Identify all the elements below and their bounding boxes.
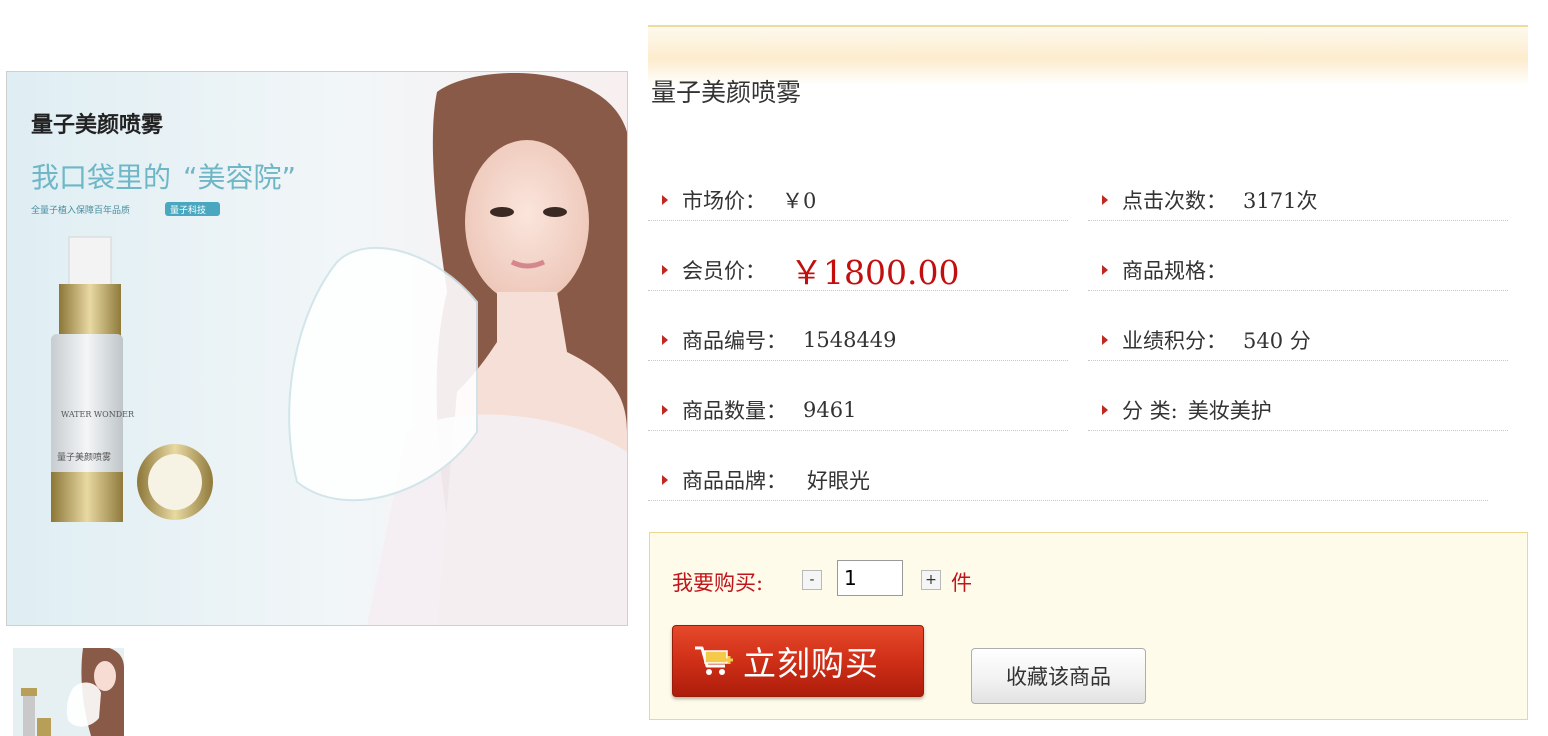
image-heading: 量子美颜喷雾 [31,112,164,138]
category-label: 分 类: [1122,399,1178,423]
bullet-icon [1102,335,1108,345]
image-slogan-1: 我口袋里的 [31,161,171,194]
spec-label: 商品规格： [1122,259,1227,283]
image-slogan-2: “美容院” [183,161,296,194]
brand-row: 商品品牌： 好眼光 [648,460,1488,501]
member-price-row: 会员价： ￥1800.00 [648,250,1068,292]
quantity-unit: 件 [951,571,972,595]
add-to-cart-icon [695,646,733,675]
category-row: 分 类: 美妆美护 [1088,390,1508,431]
market-price-row: 市场价： ￥0 [648,180,1068,221]
purchase-label: 我要购买: [672,571,764,595]
add-to-favorites-button[interactable]: 收藏该商品 [971,648,1146,704]
product-code-label: 商品编号： [682,329,787,353]
spec-row: 商品规格： [1088,250,1508,291]
stock-quantity-value: 9461 [803,398,857,422]
bottle-text-cn: 量子美颜喷雾 [57,451,111,463]
stock-quantity-row: 商品数量： 9461 [648,390,1068,431]
clicks-row: 点击次数： 3171次 [1088,180,1508,221]
buy-now-button[interactable]: 立刻购买 [672,625,924,697]
bullet-icon [662,335,668,345]
brand-value[interactable]: 好眼光 [807,465,870,495]
stock-quantity-label: 商品数量： [682,399,787,423]
purchase-box: 我要购买: - + 件 立刻购买 收藏该商品 [649,532,1528,720]
clicks-label: 点击次数： [1122,189,1227,213]
quantity-input[interactable] [837,560,903,596]
product-code-row: 商品编号： 1548449 [648,320,1068,361]
member-price-value: ￥1800.00 [790,253,960,292]
product-photo: 量子美颜喷雾 我口袋里的 “美容院” 全量子植入保障百年品质 量子科技 WATE… [7,72,627,625]
bottle-text: WATER WONDER [61,410,135,419]
bullet-icon [1102,405,1108,415]
buy-now-label: 立刻购买 [743,644,879,683]
bullet-icon [662,195,668,205]
points-row: 业绩积分： 540 分 [1088,320,1508,361]
bullet-icon [662,405,668,415]
market-price-value: ￥0 [782,189,817,213]
product-thumbnail[interactable] [13,648,124,736]
product-title: 量子美颜喷雾 [651,78,802,107]
thumbnail-image [13,648,124,736]
bullet-icon [1102,195,1108,205]
points-label: 业绩积分： [1122,329,1227,353]
image-tagline: 全量子植入保障百年品质 [31,204,130,216]
quantity-decrease-button[interactable]: - [802,570,822,590]
category-value[interactable]: 美妆美护 [1188,395,1272,425]
image-badge: 量子科技 [170,204,206,216]
bullet-icon [1102,265,1108,275]
product-main-image[interactable]: 量子美颜喷雾 我口袋里的 “美容院” 全量子植入保障百年品质 量子科技 WATE… [6,71,628,626]
clicks-value: 3171次 [1243,189,1318,213]
market-price-label: 市场价： [682,189,766,213]
member-price-label: 会员价： [682,259,766,283]
bullet-icon [662,265,668,275]
points-value: 540 分 [1243,329,1311,353]
bullet-icon [662,475,668,485]
brand-label: 商品品牌： [682,469,787,493]
quantity-increase-button[interactable]: + [921,570,941,590]
product-code-value: 1548449 [803,328,897,352]
